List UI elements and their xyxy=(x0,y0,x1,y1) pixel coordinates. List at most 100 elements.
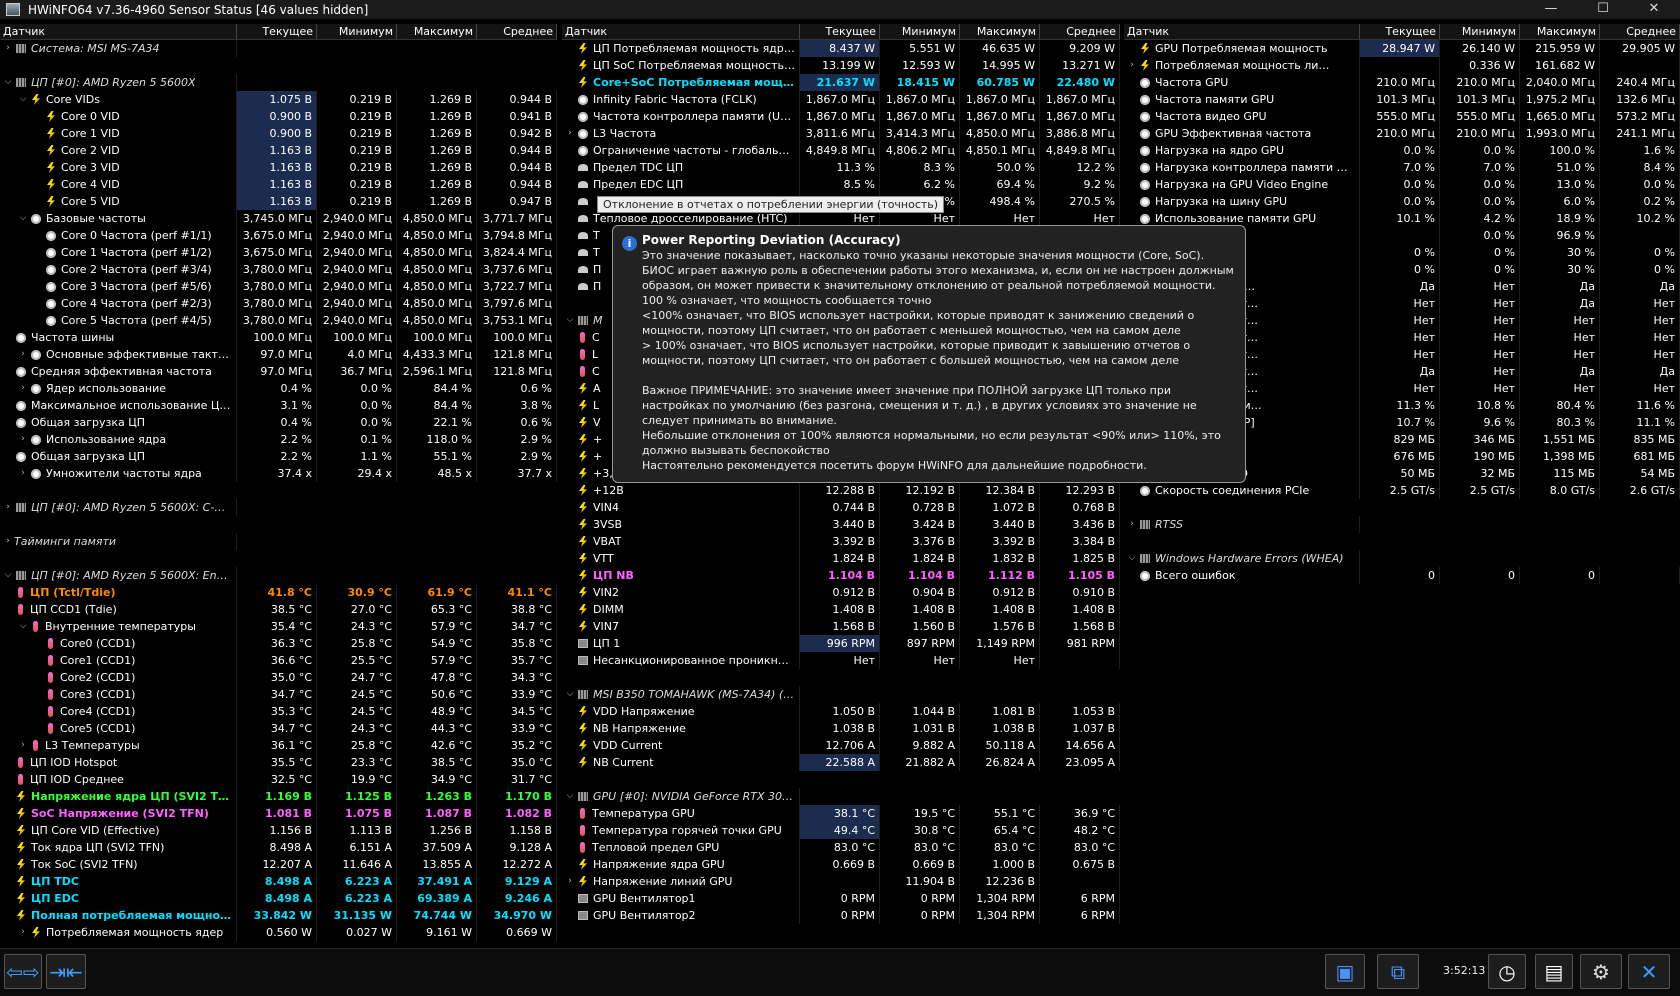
sensor-name[interactable]: Infinity Fabric Частота (FCLK) xyxy=(562,91,800,108)
sensor-name[interactable]: Температура GPU xyxy=(562,805,800,822)
sensor-row[interactable]: Core4 (CCD1) 35.3 °C 24.5 °C 48.9 °C 34.5 °C xyxy=(0,703,557,720)
collapse-chevron-icon[interactable]: ⌵ xyxy=(17,618,29,635)
sensor-row[interactable]: VTT 1.824 В 1.824 В 1.832 В 1.825 В xyxy=(562,550,1120,567)
sensor-name[interactable]: VIN4 xyxy=(562,499,800,516)
sensor-name[interactable]: Core 4 VID xyxy=(0,176,237,193)
sensor-row[interactable]: VBAT 3.392 В 3.376 В 3.392 В 3.384 В xyxy=(562,533,1120,550)
sensor-row[interactable]: VIN4 0.744 В 0.728 В 1.072 В 0.768 В xyxy=(562,499,1120,516)
maximize-button[interactable]: ☐ xyxy=(1583,0,1623,19)
sensor-name[interactable]: Core 0 Частота (perf #1/1) xyxy=(0,227,237,244)
sensor-name[interactable]: Напряжение ядра ЦП (SVI2 TFN) xyxy=(0,788,237,805)
sensor-panel-middle[interactable]: Датчик Текущее Минимум Максимум Среднее … xyxy=(562,24,1120,946)
sensor-name[interactable]: Частота памяти GPU xyxy=(1124,91,1360,108)
gear-icon[interactable]: ⚙ xyxy=(1580,954,1622,989)
sensor-name[interactable]: ЦП SoC Потребляемая мощность (S… xyxy=(562,57,800,74)
sensor-name[interactable]: Core 1 VID xyxy=(0,125,237,142)
col-current[interactable]: Текущее xyxy=(800,24,880,39)
sensor-name[interactable]: Ограничение частоты - глобальное xyxy=(562,142,800,159)
sensor-row[interactable]: Нагрузка контроллера памяти … 7.0 % 7.0 % 5… xyxy=(1124,159,1680,176)
sensor-name[interactable]: GPU Вентилятор1 xyxy=(562,890,800,907)
sensor-name[interactable]: Core1 (CCD1) xyxy=(0,652,237,669)
sensor-name[interactable]: ⌵ Windows Hardware Errors (WHEA) xyxy=(1124,550,1360,567)
sensor-name[interactable]: Максимальное использование ЦП /… xyxy=(0,397,237,414)
sensor-row[interactable]: Ограничение частоты - глобальное 4,849.8 … xyxy=(562,142,1120,159)
sensor-group-row[interactable]: ⌵ MSI B350 TOMAHAWK (MS-7A34) (Ric… xyxy=(562,686,1120,703)
col-sensor[interactable]: Датчик xyxy=(1124,24,1360,39)
sensor-row[interactable]: Всего ошибок 0 0 0 xyxy=(1124,567,1680,584)
sensor-name[interactable]: Общая загрузка ЦП xyxy=(0,448,237,465)
sensor-name[interactable]: ЦП (Tctl/Tdie) xyxy=(0,584,237,601)
sensor-name[interactable]: Core2 (CCD1) xyxy=(0,669,237,686)
col-avg[interactable]: Среднее xyxy=(1040,24,1120,39)
sensor-row[interactable]: GPU Потребляемая мощность 28.947 W 26.140 … xyxy=(1124,40,1680,57)
sensor-row[interactable]: Core 0 VID 0.900 В 0.219 В 1.269 В 0.941 В xyxy=(0,108,557,125)
sensor-name[interactable]: Средняя эффективная частота xyxy=(0,363,237,380)
sensor-row[interactable]: Частота GPU 210.0 МГц 210.0 МГц 2,040.0 МГц… xyxy=(1124,74,1680,91)
sensor-row[interactable]: Нагрузка на ядро GPU 0.0 % 0.0 % 100.0 % 1.6… xyxy=(1124,142,1680,159)
sensor-name[interactable]: VIN2 xyxy=(562,584,800,601)
sensor-row[interactable]: › L3 Температуры 36.1 °C 25.8 °C 42.6 °C 35.2… xyxy=(0,737,557,754)
sensor-row[interactable]: NB Напряжение 1.038 В 1.031 В 1.038 В 1.037 … xyxy=(562,720,1120,737)
sensor-row[interactable]: ЦП Потребляемая мощность ядра (… 8.437 W5… xyxy=(562,40,1120,57)
minimize-button[interactable]: — xyxy=(1531,0,1571,19)
sensor-row[interactable]: › Основные эффективные такто… 97.0 МГц 4.0 … xyxy=(0,346,557,363)
expand-chevron-icon[interactable]: › xyxy=(17,431,29,448)
col-current[interactable]: Текущее xyxy=(237,24,317,39)
sensor-name[interactable]: Напряжение ядра GPU xyxy=(562,856,800,873)
expand-chevron-icon[interactable]: › xyxy=(1126,516,1138,533)
sensor-row[interactable]: Core 2 VID 1.163 В 0.219 В 1.269 В 0.944 В xyxy=(0,142,557,159)
sensor-row[interactable]: Общая загрузка ЦП 0.4 % 0.0 % 22.1 % 0.6 % xyxy=(0,414,557,431)
sensor-name[interactable]: › Использование ядра xyxy=(0,431,237,448)
close-icon[interactable]: ✕ xyxy=(1628,954,1670,989)
expand-chevron-icon[interactable]: › xyxy=(1126,57,1138,74)
sensor-row[interactable]: Общая загрузка ЦП 2.2 % 1.1 % 55.1 % 2.9 % xyxy=(0,448,557,465)
sensor-name[interactable]: Частота GPU xyxy=(1124,74,1360,91)
sensor-row[interactable]: Core5 (CCD1) 34.7 °C 24.3 °C 44.3 °C 33.9 °C xyxy=(0,720,557,737)
sensor-row[interactable]: Предел TDC ЦП 11.3 % 8.3 % 50.0 % 12.2 % xyxy=(562,159,1120,176)
sensor-row[interactable]: Core 0 Частота (perf #1/1) 3,675.0 МГц 2,9… xyxy=(0,227,557,244)
sensor-name[interactable]: ЦП IOD Среднее xyxy=(0,771,237,788)
sensor-name[interactable]: ⌵ Core VIDs xyxy=(0,91,237,108)
sensor-name[interactable]: › L3 Частота xyxy=(562,125,800,142)
sensor-row[interactable]: Напряжение ядра ЦП (SVI2 TFN) 1.169 В 1.12… xyxy=(0,788,557,805)
sensor-row[interactable]: Core 4 VID 1.163 В 0.219 В 1.269 В 0.944 В xyxy=(0,176,557,193)
sensor-name[interactable]: Core 2 Частота (perf #3/4) xyxy=(0,261,237,278)
navigate-left-icon[interactable]: ⇦⇨ xyxy=(4,954,42,989)
col-min[interactable]: Минимум xyxy=(317,24,397,39)
sensor-row[interactable]: Частота видео GPU 555.0 МГц 555.0 МГц 1,665… xyxy=(1124,108,1680,125)
sensor-row[interactable]: GPU Вентилятор2 0 RPM 0 RPM 1,304 RPM 6 RPM xyxy=(562,907,1120,924)
sensor-name[interactable]: Несанкционированное проникновен… xyxy=(562,652,800,669)
sensor-name[interactable]: Предел TDC ЦП xyxy=(562,159,800,176)
collapse-columns-icon[interactable]: ⇥⇤ xyxy=(46,954,86,989)
sensor-panel-right[interactable]: Датчик Текущее Минимум Максимум Среднее … xyxy=(1124,24,1680,946)
sensor-row[interactable]: › Потребляемая мощность ли… 0.336 W 161.682… xyxy=(1124,57,1680,74)
sensor-row[interactable]: Core 2 Частота (perf #3/4) 3,780.0 МГц 2,9… xyxy=(0,261,557,278)
sensor-name[interactable]: VDD Напряжение xyxy=(562,703,800,720)
sensor-row[interactable]: ⌵ Базовые частоты 3,745.0 МГц 2,940.0 МГц 4,… xyxy=(0,210,557,227)
sensor-name[interactable]: Предел EDC ЦП xyxy=(562,176,800,193)
sensor-name[interactable]: › L3 Температуры xyxy=(0,737,237,754)
sensor-row[interactable]: Core+SoC Потребляемая мощн… 21.637 W 18.41… xyxy=(562,74,1120,91)
sensor-row[interactable]: Напряжение ядра GPU 0.669 В 0.669 В 1.000 В… xyxy=(562,856,1120,873)
sensor-name[interactable]: VDD Current xyxy=(562,737,800,754)
col-avg[interactable]: Среднее xyxy=(477,24,557,39)
expand-chevron-icon[interactable]: › xyxy=(564,125,576,142)
sensor-row[interactable]: Core3 (CCD1) 34.7 °C 24.5 °C 50.6 °C 33.9 °C xyxy=(0,686,557,703)
sensor-name[interactable]: ⌵ Базовые частоты xyxy=(0,210,237,227)
sensor-name[interactable]: GPU Потребляемая мощность xyxy=(1124,40,1360,57)
sensor-name[interactable]: › Потребляемая мощность ядер xyxy=(0,924,237,941)
sensor-name[interactable]: Core0 (CCD1) xyxy=(0,635,237,652)
sensor-row[interactable]: VDD Current 12.706 A 9.882 A 50.118 A 14.656… xyxy=(562,737,1120,754)
expand-chevron-icon[interactable]: › xyxy=(564,873,576,890)
sensor-name[interactable]: ЦП EDC xyxy=(0,890,237,907)
sensor-name[interactable]: ⌵ MSI B350 TOMAHAWK (MS-7A34) (Ric… xyxy=(562,686,800,703)
sensor-name[interactable]: +12В xyxy=(562,482,800,499)
sensor-name[interactable]: Core 3 Частота (perf #5/6) xyxy=(0,278,237,295)
sensor-name[interactable]: VBAT xyxy=(562,533,800,550)
expand-chevron-icon[interactable]: › xyxy=(17,380,29,397)
sensor-name[interactable]: DIMM xyxy=(562,601,800,618)
sensor-name[interactable]: Температура горячей точки GPU xyxy=(562,822,800,839)
sensor-group-row[interactable]: › Система: MSI MS-7A34 xyxy=(0,40,557,57)
sensor-name[interactable]: › RTSS xyxy=(1124,516,1360,533)
sensor-group-row[interactable]: › ЦП [#0]: AMD Ryzen 5 5600X: C-Sta… xyxy=(0,499,557,516)
